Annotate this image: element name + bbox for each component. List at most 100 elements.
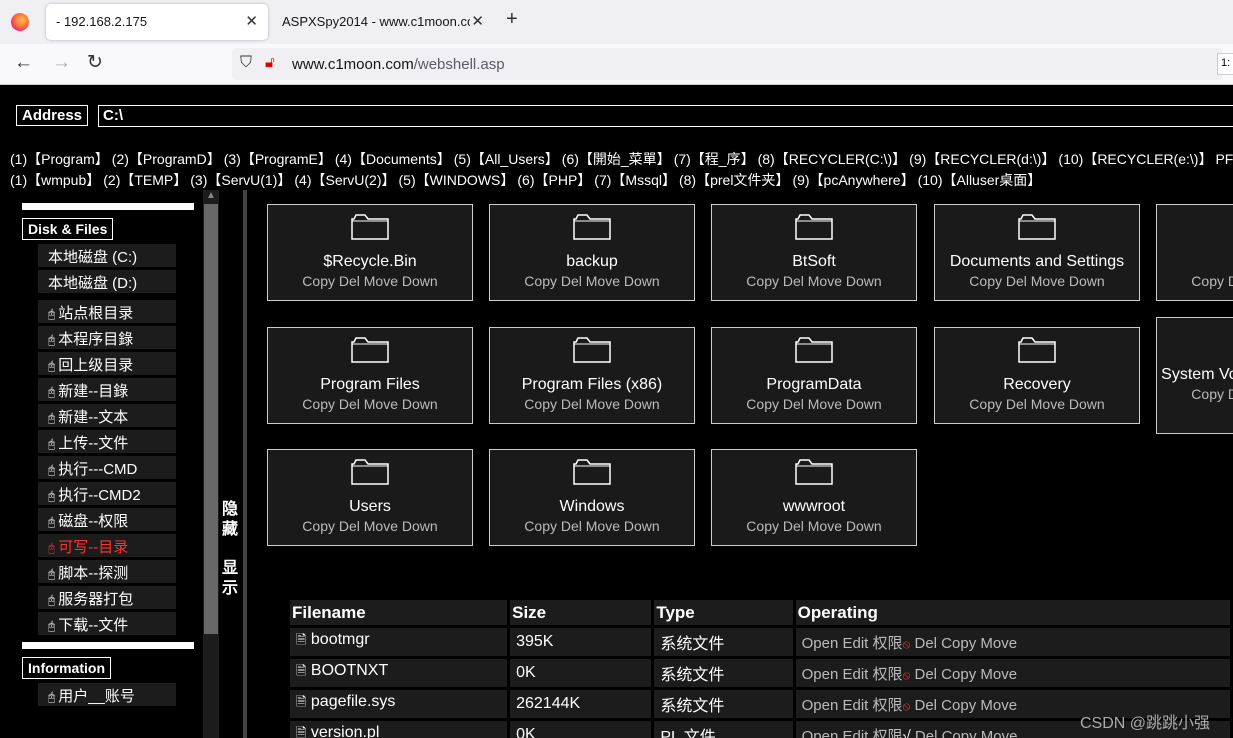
quick-link[interactable]: (6)【PHP】 [517,172,591,188]
filename-cell[interactable]: 🗎 pagefile.sys [290,690,508,718]
folder-tile[interactable]: $Recycle.Bin Copy Del Move Down [267,204,473,301]
sidebar-item[interactable]: 🖰 脚本--探测 [38,560,176,583]
folder-tile[interactable]: backup Copy Del Move Down [489,204,695,301]
folder-operations[interactable]: Copy Del Move Down [268,518,472,534]
folder-operations[interactable]: Copy Del Move Down [490,396,694,412]
scrollbar-thumb[interactable] [204,204,218,634]
drive-d-link[interactable]: 本地磁盘 (D:) [38,270,176,293]
folder-tile[interactable]: BtSoft Copy Del Move Down [711,204,917,301]
quick-link[interactable]: (1)【wmpub】 [10,172,100,188]
url-text[interactable]: www.c1moon.com/webshell.asp [292,56,505,73]
sidebar-item[interactable]: 🖰 站点根目录 [38,300,176,323]
folder-name[interactable]: BtSoft [712,253,916,271]
sidebar-item[interactable]: 🖰 回上级目录 [38,352,176,375]
quick-link[interactable]: (4)【Documents】 [335,151,451,167]
scroll-up-icon[interactable]: ▲ [206,190,216,201]
show-toggle[interactable]: 显示 [222,559,242,599]
folder-operations[interactable]: Copy Del Move Down [1157,386,1233,402]
folder-operations[interactable]: Copy Del Move Down [490,518,694,534]
quick-link[interactable]: (8)【prel文件夹】 [679,172,789,188]
folder-name[interactable]: wwwroot [712,498,916,516]
sidebar-item[interactable]: 🖰 本程序目錄 [38,326,176,349]
sidebar-item[interactable]: 🖰 下载--文件 [38,612,176,635]
folder-tile[interactable]: Users Copy Del Move Down [267,449,473,546]
quick-link[interactable]: (4)【ServU(2)】 [294,172,395,188]
back-arrow-icon[interactable]: ← [14,53,33,73]
folder-name[interactable]: $Recycle.Bin [268,253,472,271]
folder-name[interactable]: inetpub [1157,253,1233,271]
folder-name[interactable]: System Volume Information [1157,366,1233,384]
folder-name[interactable]: ProgramData [712,376,916,394]
folder-name[interactable]: Program Files (x86) [490,376,694,394]
folder-operations[interactable]: Copy Del Move Down [268,396,472,412]
scrollbar[interactable]: ▲ [203,190,219,738]
sidebar-item[interactable]: 🖰 新建--目錄 [38,378,176,401]
reload-icon[interactable]: ↻ [87,53,103,73]
tab-active[interactable]: - 192.168.2.175 ✕ [46,4,268,40]
drive-c-link[interactable]: 本地磁盘 (C:) [38,244,176,267]
forward-arrow-icon[interactable]: → [52,53,71,73]
insecure-lock-icon[interactable]: 🔓︎ [265,54,275,71]
folder-name[interactable]: Documents and Settings [935,253,1139,271]
folder-tile[interactable]: inetpub Copy Del Move Down [1156,204,1233,301]
quick-link[interactable]: (5)【All_Users】 [454,151,559,167]
quick-link[interactable]: (3)【ServU(1)】 [190,172,291,188]
folder-operations[interactable]: Copy Del Move Down [935,396,1139,412]
folder-name[interactable]: Windows [490,498,694,516]
sidebar-item[interactable]: 🖰 磁盘--权限 [38,508,176,531]
folder-operations[interactable]: Copy Del Move Down [712,396,916,412]
quick-link[interactable]: (1)【Program】 [10,151,109,167]
operations-cell[interactable]: Open Edit 权限⦸ Del Copy Move [795,628,1230,656]
folder-tile[interactable]: Documents and Settings Copy Del Move Down [934,204,1140,301]
hide-toggle[interactable]: 隐藏 [222,500,242,540]
address-input[interactable]: C:\ [98,105,1233,127]
quick-link[interactable]: (8)【RECYCLER(C:\)】 [758,151,907,167]
quick-link[interactable]: (10)【Alluser桌面】 [918,172,1042,188]
quick-link[interactable]: (2)【ProgramD】 [112,151,221,167]
folder-tile[interactable]: System Volume Information Copy Del Move D… [1156,317,1233,434]
tab-inactive[interactable]: ASPXSpy2014 - www.c1moon.com ✕ [272,4,494,40]
filename-cell[interactable]: 🗎 bootmgr [290,628,508,656]
folder-tile[interactable]: Program Files Copy Del Move Down [267,327,473,424]
filename-cell[interactable]: 🗎 version.pl [290,721,508,738]
quick-link[interactable]: (6)【開始_菜單】 [562,151,671,167]
new-tab-button[interactable]: + [506,8,518,31]
folder-name[interactable]: Recovery [935,376,1139,394]
folder-operations[interactable]: Copy Del Move Down [712,518,916,534]
folder-operations[interactable]: Copy Del Move Down [490,273,694,289]
filename-cell[interactable]: 🗎 BOOTNXT [290,659,508,687]
shield-icon[interactable]: ⛉ [240,54,252,72]
folder-name[interactable]: Program Files [268,376,472,394]
folder-tile[interactable]: ProgramData Copy Del Move Down [711,327,917,424]
sidebar-item[interactable]: 🖰 服务器打包 [38,586,176,609]
sidebar-item[interactable]: 🖰 执行--CMD2 [38,482,176,505]
url-bar[interactable]: ⛉ 🔓︎ www.c1moon.com/webshell.asp [232,48,1222,80]
quick-link[interactable]: (2)【TEMP】 [103,172,187,188]
folder-operations[interactable]: Copy Del Move Down [712,273,916,289]
sidebar-item[interactable]: 🖰 可写--目录 [38,534,176,557]
close-icon[interactable]: ✕ [471,12,484,30]
quick-link[interactable]: (3)【ProgramE】 [224,151,332,167]
folder-tile[interactable]: wwwroot Copy Del Move Down [711,449,917,546]
close-icon[interactable]: ✕ [245,12,258,30]
folder-operations[interactable]: Copy Del Move Down [1157,273,1233,289]
quick-link[interactable]: (10)【RECYCLER(e:\)】 [1058,151,1212,167]
folder-name[interactable]: Users [268,498,472,516]
quick-link[interactable]: (5)【WINDOWS】 [399,172,515,188]
folder-tile[interactable]: Windows Copy Del Move Down [489,449,695,546]
quick-link[interactable]: (9)【pcAnywhere】 [792,172,914,188]
zoom-indicator[interactable]: 1: [1217,53,1233,75]
quick-link[interactable]: (9)【RECYCLER(d:\)】 [909,151,1055,167]
folder-tile[interactable]: Recovery Copy Del Move Down [934,327,1140,424]
operations-cell[interactable]: Open Edit 权限⦸ Del Copy Move [795,659,1230,687]
quick-link[interactable]: PF [1215,151,1233,167]
quick-link[interactable]: (7)【Mssql】 [594,172,676,188]
folder-name[interactable]: backup [490,253,694,271]
sidebar-item[interactable]: 🖰 新建--文本 [38,404,176,427]
sidebar-item[interactable]: 🖰 用户__账号 [38,683,176,706]
folder-tile[interactable]: Program Files (x86) Copy Del Move Down [489,327,695,424]
quick-link[interactable]: (7)【程_序】 [674,151,755,167]
folder-operations[interactable]: Copy Del Move Down [935,273,1139,289]
sidebar-item[interactable]: 🖰 上传--文件 [38,430,176,453]
folder-operations[interactable]: Copy Del Move Down [268,273,472,289]
